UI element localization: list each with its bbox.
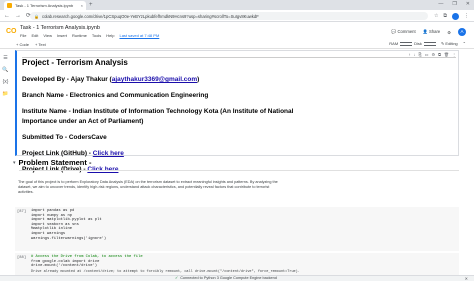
- execution-count[interactable]: [87]: [17, 210, 26, 214]
- notebook-area: ↑ ↓ ⎘ ▭ ⚙ ⧉ 🗑 ⋮ Project - Terrorism Anal…: [11, 49, 474, 275]
- developer-suffix: ): [197, 76, 200, 83]
- menu-edit[interactable]: Edit: [31, 33, 38, 38]
- notebook-title[interactable]: Task - 1 Terrorism Analysis.ipynb: [20, 25, 100, 31]
- code-content[interactable]: # Access the Drive from Colab, to access…: [31, 255, 143, 269]
- files-icon[interactable]: 📁: [0, 91, 11, 97]
- browser-tab-strip: Task - 1 Terrorism Analysis.ipynb × + — …: [0, 0, 474, 10]
- side-rail: ☰ 🔍 {x} 📁: [0, 49, 11, 275]
- status-bar: ✓ Connected to Python 3 Google Compute En…: [0, 275, 474, 281]
- new-tab-button[interactable]: +: [89, 1, 93, 9]
- more-icon[interactable]: ⋮: [464, 12, 469, 20]
- menu-runtime[interactable]: Runtime: [72, 33, 87, 38]
- editing-label: Editing: [445, 41, 458, 46]
- add-code-button[interactable]: + Code: [16, 42, 29, 47]
- code-line: import numpy as np: [31, 213, 73, 218]
- nav-buttons: ← → ⟳: [4, 12, 31, 20]
- share-label: Share: [429, 29, 441, 34]
- menu-insert[interactable]: Insert: [57, 33, 67, 38]
- share-button[interactable]: 👤 Share: [423, 29, 441, 35]
- github-link[interactable]: Click here: [93, 150, 124, 157]
- menu-file[interactable]: File: [20, 33, 26, 38]
- address-bar[interactable]: 🔒 colab.research.google.com/drive/1pCSpu…: [30, 12, 428, 20]
- window-controls: — ❐ ✕: [438, 0, 470, 9]
- ram-bar: [400, 41, 413, 46]
- institute-line: Institute Name - Indian Institute of Inf…: [22, 108, 294, 125]
- toolbar-left: + Code + Text: [16, 42, 46, 47]
- code-cell[interactable]: [87] import pandas as pd import numpy as…: [15, 207, 459, 251]
- menu-view[interactable]: View: [43, 33, 52, 38]
- problem-statement-text: The goal of this project is to perform E…: [18, 180, 278, 194]
- minimize-icon[interactable]: —: [438, 0, 443, 9]
- code-content[interactable]: import pandas as pd import numpy as np i…: [31, 209, 106, 241]
- code-line: # Access the Drive from Colab, to access…: [31, 255, 143, 259]
- ram-disk-indicator[interactable]: RAM Disk: [389, 41, 436, 46]
- code-line: import matplotlib.pyplot as plt: [31, 218, 102, 223]
- search-icon[interactable]: 🔍: [0, 67, 11, 73]
- code-line: import pandas as pd: [31, 209, 75, 213]
- status-text: Connected to Python 3 Google Compute Eng…: [180, 276, 277, 280]
- status-close-icon[interactable]: ✕: [465, 276, 468, 281]
- back-icon[interactable]: ←: [4, 12, 10, 20]
- disk-bar: [423, 41, 436, 46]
- collapse-icon[interactable]: ⌃: [463, 41, 466, 46]
- code-line: %matplotlib inline: [31, 227, 73, 232]
- header-actions: 💬 Comment 👤 Share ⚙ A: [391, 28, 466, 36]
- colab-logo-icon[interactable]: CO: [6, 28, 17, 35]
- menu-help[interactable]: Help: [106, 33, 114, 38]
- toolbar-right: RAM Disk ✎ Editing ⌃: [389, 41, 466, 46]
- toc-icon[interactable]: ☰: [0, 55, 11, 61]
- url-text[interactable]: colab.research.google.com/drive/1pCSpuqO…: [42, 14, 259, 19]
- lock-icon[interactable]: 🔒: [34, 14, 39, 19]
- code-line: import warnings: [31, 231, 66, 236]
- menu-bar: File Edit View Insert Runtime Tools Help…: [20, 33, 159, 38]
- submitted-line: Submitted To - CodersCave: [22, 134, 107, 141]
- maximize-icon[interactable]: ❐: [452, 0, 456, 9]
- forward-icon[interactable]: →: [15, 12, 21, 20]
- markdown-cell-selected[interactable]: ↑ ↓ ⎘ ▭ ⚙ ⧉ 🗑 ⋮ Project - Terrorism Anal…: [15, 50, 459, 173]
- github-prefix: Project Link (GitHub) -: [22, 150, 93, 157]
- star-icon[interactable]: ☆: [434, 12, 438, 20]
- address-row: ← → ⟳ 🔒 colab.research.google.com/drive/…: [0, 10, 474, 22]
- colab-toolbar: + Code + Text RAM Disk ✎ Editing ⌃: [0, 41, 474, 49]
- close-window-icon[interactable]: ✕: [466, 0, 470, 9]
- menu-tools[interactable]: Tools: [92, 33, 101, 38]
- colab-header: CO Task - 1 Terrorism Analysis.ipynb Fil…: [0, 23, 474, 41]
- status-message: ✓ Connected to Python 3 Google Compute En…: [175, 276, 277, 281]
- problem-statement-heading: Problem Statement -: [18, 158, 92, 167]
- extensions-icon[interactable]: ⧉: [443, 12, 447, 20]
- colab-favicon-icon: [7, 3, 12, 8]
- comment-button[interactable]: 💬 Comment: [391, 29, 416, 35]
- browser-tab[interactable]: Task - 1 Terrorism Analysis.ipynb ×: [4, 1, 86, 10]
- developer-email-link[interactable]: ajaythakur3369@gmail.com: [112, 76, 197, 83]
- tab-close-icon[interactable]: ×: [81, 3, 83, 8]
- code-cell[interactable]: [88] # Access the Drive from Colab, to a…: [15, 253, 459, 275]
- developer-prefix: Developed By - Ajay Thakur (: [22, 76, 112, 83]
- collapse-chevron-icon[interactable]: ▾: [13, 160, 16, 166]
- variables-icon[interactable]: {x}: [0, 79, 11, 85]
- browser-action-icons: ☆ ⧉ ⋮: [434, 12, 469, 20]
- last-saved-link[interactable]: Last saved at 7:48 PM: [119, 33, 159, 38]
- check-icon: ✓: [175, 276, 179, 280]
- code-line: from google.colab import drive: [31, 259, 100, 264]
- code-line: drive.mount('/content/drive'): [31, 264, 98, 269]
- comment-label: Comment: [397, 29, 416, 34]
- code-line: warnings.filterwarnings('ignore'): [31, 236, 107, 241]
- ram-label: RAM: [389, 41, 399, 46]
- profile-avatar[interactable]: [452, 12, 459, 20]
- editing-mode-button[interactable]: ✎ Editing: [441, 41, 458, 46]
- branch-line: Branch Name - Electronics and Communicat…: [22, 92, 209, 99]
- problem-statement-section[interactable]: ▾ Problem Statement -: [13, 158, 91, 167]
- project-heading: Project - Terrorism Analysis: [22, 58, 128, 67]
- divider: [19, 170, 459, 171]
- cell-output: Drive already mounted at /content/drive;…: [31, 270, 300, 274]
- disk-label: Disk: [414, 41, 422, 46]
- account-avatar[interactable]: A: [458, 28, 466, 36]
- execution-count[interactable]: [88]: [17, 256, 26, 260]
- settings-icon[interactable]: ⚙: [447, 30, 451, 35]
- developer-line: Developed By - Ajay Thakur (ajaythakur33…: [22, 75, 322, 85]
- tab-title: Task - 1 Terrorism Analysis.ipynb: [15, 3, 74, 8]
- add-text-button[interactable]: + Text: [35, 42, 46, 47]
